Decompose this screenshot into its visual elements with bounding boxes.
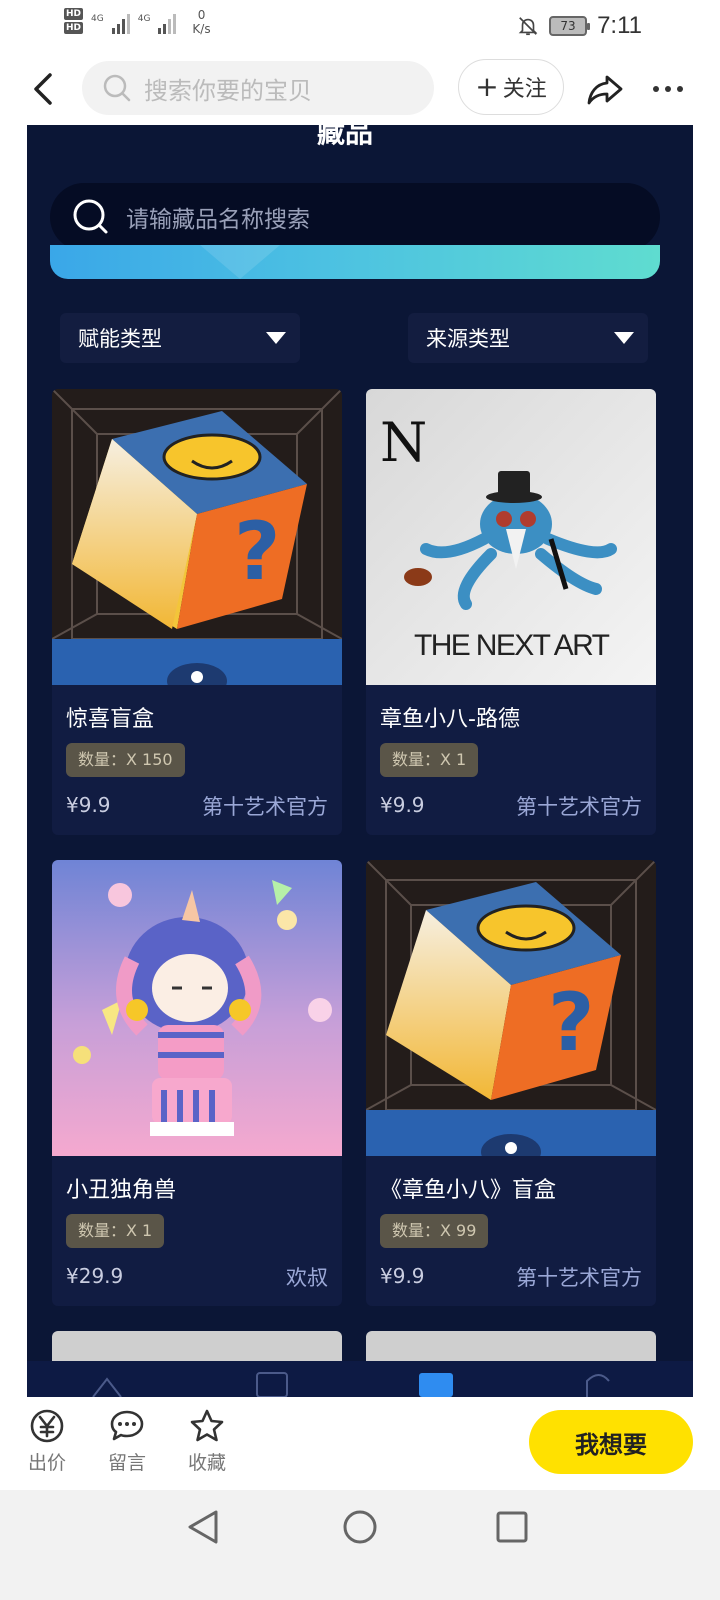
- item-price: ¥9.9: [380, 793, 425, 817]
- item-name: 惊喜盲盒: [66, 707, 155, 732]
- share-icon[interactable]: [585, 69, 625, 109]
- bell-mute-icon: [518, 17, 538, 36]
- unicorn-image: [52, 860, 342, 1156]
- item-name: 《章鱼小八》盲盒: [380, 1178, 557, 1203]
- web-bottom-tabs: [27, 1361, 693, 1397]
- item-price: ¥29.9: [66, 1264, 124, 1288]
- item-price: ¥9.9: [380, 1264, 425, 1288]
- hd-badge-1: HD: [64, 8, 84, 20]
- network-speed: 0 K/s: [192, 8, 210, 36]
- nav-back-icon[interactable]: [188, 1510, 218, 1544]
- screen: { "status_bar": { "network_labels": ["HD…: [0, 0, 720, 1600]
- collection-card[interactable]: 小丑独角兽 数量：X 1 ¥29.9 欢叔: [52, 860, 342, 1306]
- nav-recents-icon[interactable]: [496, 1511, 528, 1543]
- search-input[interactable]: 搜索你要的宝贝: [82, 61, 434, 115]
- plus-icon: +: [475, 70, 499, 103]
- system-navigation-bar: [0, 1490, 720, 1600]
- svg-text:?: ?: [548, 976, 594, 1069]
- system-nav-icons: [188, 1510, 528, 1544]
- comment-icon: [110, 1410, 144, 1441]
- top-navigation: 搜索你要的宝贝 + 关注: [0, 55, 720, 123]
- speed-value: 0: [197, 8, 206, 22]
- art-logo: N: [380, 411, 427, 474]
- status-bar: HD HD 4G 4G 0 K/s 73 7:11: [0, 0, 720, 52]
- dropdown-triangle-icon: [614, 332, 634, 344]
- collection-search-input[interactable]: 请输藏品名称搜索: [50, 183, 660, 251]
- dropdown-triangle-icon: [266, 332, 286, 344]
- follow-label: 关注: [502, 77, 547, 102]
- nav-home-icon[interactable]: [343, 1510, 377, 1544]
- quantity-badge: 数量：X 99: [380, 1214, 489, 1248]
- bid-label: 出价: [27, 1452, 66, 1474]
- filter-dropdown-source-type[interactable]: 来源类型: [408, 313, 648, 363]
- hd-badges: HD HD: [64, 8, 84, 34]
- back-arrow-icon[interactable]: [26, 69, 62, 109]
- web-tab-icons: [92, 1372, 610, 1397]
- svg-text:?: ?: [234, 505, 280, 598]
- quantity-badge: 数量：X 1: [66, 1214, 165, 1248]
- filter-dropdown-empower-type[interactable]: 赋能类型: [60, 313, 300, 363]
- item-seller: 欢叔: [286, 1266, 328, 1290]
- star-icon: [190, 1409, 224, 1442]
- signal-label-2: 4G: [137, 14, 151, 24]
- hd-badge-2: HD: [64, 22, 84, 34]
- status-left: HD HD 4G 4G 0 K/s: [64, 8, 211, 36]
- favorite-label: 收藏: [187, 1452, 226, 1474]
- search-icon: [73, 199, 108, 234]
- signal-label-1: 4G: [91, 14, 104, 24]
- bid-button[interactable]: 出价: [17, 1408, 77, 1475]
- status-right: 73 7:11: [517, 12, 642, 40]
- item-seller: 第十艺术官方: [516, 1266, 642, 1290]
- quantity-badge: 数量：X 1: [380, 743, 479, 777]
- battery-icon: 73: [549, 16, 591, 36]
- clock: 7:11: [597, 12, 642, 39]
- speed-unit: K/s: [192, 22, 211, 36]
- signal-icon: [111, 8, 130, 34]
- item-seller: 第十艺术官方: [202, 795, 328, 819]
- page-title: 藏品: [317, 125, 374, 149]
- bottom-action-bar: 出价 留言 收藏 我想要: [0, 1398, 720, 1488]
- signal-icon: [158, 8, 177, 34]
- gradient-banner: [50, 245, 660, 279]
- collection-card[interactable]: ? 《章鱼小八》盲盒 数量：X 99 ¥9.9 第十艺术官方: [366, 860, 656, 1306]
- want-button[interactable]: 我想要: [529, 1410, 693, 1474]
- comment-label: 留言: [107, 1452, 146, 1474]
- more-options-icon[interactable]: [648, 71, 688, 107]
- item-name: 章鱼小八-路德: [380, 707, 520, 732]
- yen-circle-icon: [30, 1409, 64, 1443]
- art-text: THE NEXT ART: [414, 629, 610, 662]
- collection-card[interactable]: N THE NEXT ART 章鱼小八-路德 数量：X 1 ¥9.9 第十艺术官…: [366, 389, 656, 835]
- collection-webview: 藏品 请输藏品名称搜索 赋能类型 来源类型 ? 惊喜盲盒 数量：X 150 ¥9…: [27, 125, 693, 1397]
- item-price: ¥9.9: [66, 793, 111, 817]
- search-icon: [103, 74, 131, 102]
- favorite-button[interactable]: 收藏: [177, 1408, 237, 1475]
- collection-search-placeholder: 请输藏品名称搜索: [126, 207, 310, 233]
- mystery-box-image: ?: [52, 389, 342, 685]
- quantity-badge: 数量：X 150: [66, 743, 185, 777]
- octopus-image: N THE NEXT ART: [366, 389, 656, 685]
- comment-button[interactable]: 留言: [97, 1408, 157, 1475]
- filter-label: 赋能类型: [78, 327, 162, 351]
- search-placeholder: 搜索你要的宝贝: [144, 76, 312, 105]
- filter-label: 来源类型: [426, 327, 510, 351]
- item-name: 小丑独角兽: [66, 1178, 177, 1203]
- item-seller: 第十艺术官方: [516, 795, 642, 819]
- collection-card[interactable]: ? 惊喜盲盒 数量：X 150 ¥9.9 第十艺术官方: [52, 389, 342, 835]
- follow-button[interactable]: + 关注: [458, 59, 564, 115]
- mystery-box-image: ?: [366, 860, 656, 1156]
